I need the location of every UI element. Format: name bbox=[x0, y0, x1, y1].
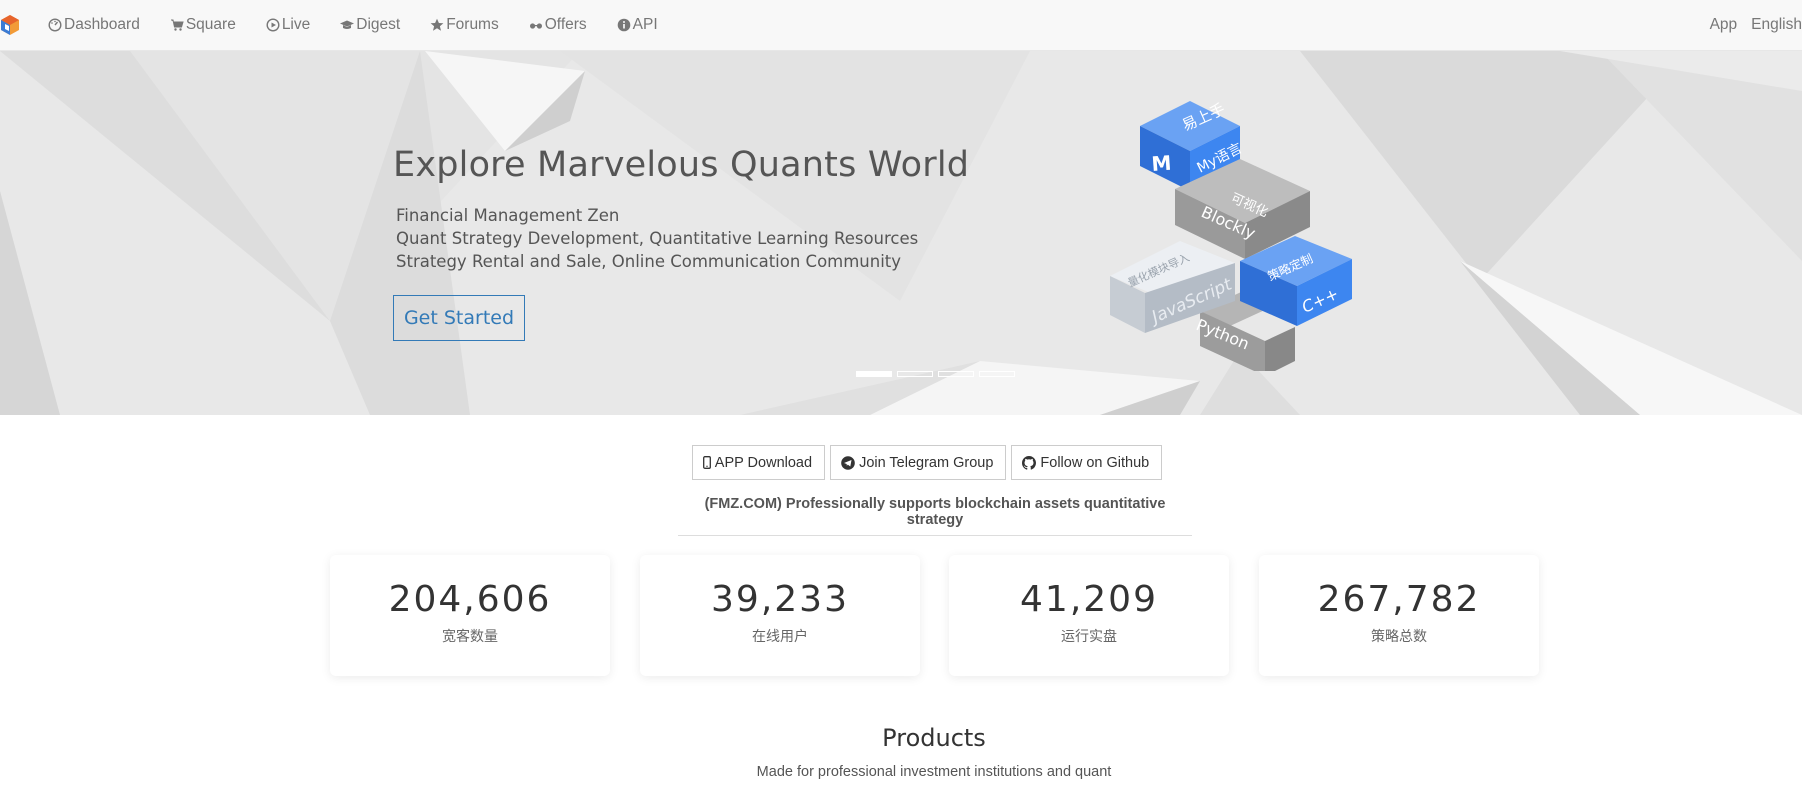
star-icon bbox=[430, 18, 444, 32]
action-button-row: APP Download Join Telegram Group Follow … bbox=[0, 445, 1802, 480]
nav-item-api[interactable]: API bbox=[602, 0, 673, 50]
join-telegram-button[interactable]: Join Telegram Group bbox=[830, 445, 1007, 480]
stat-card-quants: 204,606 宽客数量 bbox=[330, 555, 610, 676]
hero-title: Explore Marvelous Quants World bbox=[393, 145, 970, 185]
play-circle-icon bbox=[266, 18, 280, 32]
carousel-indicator-4[interactable] bbox=[979, 371, 1015, 377]
fmz-logo-icon[interactable] bbox=[0, 14, 20, 36]
join-telegram-label: Join Telegram Group bbox=[859, 454, 994, 471]
stat-label: 运行实盘 bbox=[1061, 629, 1117, 645]
stat-label: 在线用户 bbox=[752, 629, 808, 645]
stat-card-live-bots: 41,209 运行实盘 bbox=[949, 555, 1229, 676]
get-started-button[interactable]: Get Started bbox=[393, 295, 525, 341]
top-navbar: Dashboard Square Live Digest Forums Offe… bbox=[0, 0, 1802, 51]
nav-item-label: Dashboard bbox=[64, 16, 140, 33]
hero-subtitle-line: Quant Strategy Development, Quantitative… bbox=[396, 229, 919, 248]
stat-card-strategies: 267,782 策略总数 bbox=[1259, 555, 1539, 676]
nav-item-label: API bbox=[632, 16, 658, 33]
cart-icon bbox=[170, 18, 184, 32]
language-blocks-illustration: 易上手 My语言 M 可视化 Blockly Python 量化模块导入 Jav… bbox=[1110, 100, 1352, 371]
nav-item-label: Square bbox=[185, 16, 236, 33]
nav-item-label: Digest bbox=[356, 16, 401, 33]
stat-label: 宽客数量 bbox=[442, 629, 498, 645]
nav-item-label: Live bbox=[281, 16, 311, 33]
telegram-icon bbox=[841, 455, 855, 470]
follow-github-label: Follow on Github bbox=[1040, 454, 1150, 471]
platform-tagline: (FMZ.COM) Professionally supports blockc… bbox=[678, 496, 1192, 536]
hero-subtitle-line: Strategy Rental and Sale, Online Communi… bbox=[396, 252, 902, 271]
nav-item-forums[interactable]: Forums bbox=[415, 0, 514, 50]
stat-value: 267,782 bbox=[1317, 579, 1481, 620]
app-download-label: APP Download bbox=[714, 454, 813, 471]
carousel-indicator-2[interactable] bbox=[897, 371, 933, 377]
language-selector[interactable]: English bbox=[1751, 16, 1802, 34]
hero-subtitle-line: Financial Management Zen bbox=[396, 206, 620, 225]
nav-item-digest[interactable]: Digest bbox=[325, 0, 415, 50]
stat-value: 41,209 bbox=[1020, 579, 1158, 620]
graduation-cap-icon bbox=[340, 18, 355, 32]
follow-github-button[interactable]: Follow on Github bbox=[1011, 445, 1163, 480]
nav-item-label: Offers bbox=[544, 16, 587, 33]
hero-banner: Explore Marvelous Quants World Financial… bbox=[0, 51, 1802, 415]
nav-item-dashboard[interactable]: Dashboard bbox=[48, 0, 155, 50]
mobile-phone-icon bbox=[702, 456, 711, 469]
nav-item-label: Forums bbox=[446, 16, 499, 33]
m-logo-glyph: M bbox=[1151, 151, 1173, 176]
nav-item-offers[interactable]: Offers bbox=[514, 0, 602, 50]
info-circle-icon bbox=[617, 18, 631, 32]
nav-app-link[interactable]: App bbox=[1710, 16, 1738, 34]
stat-card-online-users: 39,233 在线用户 bbox=[640, 555, 920, 676]
dashboard-icon bbox=[48, 18, 62, 32]
nav-item-square[interactable]: Square bbox=[155, 0, 251, 50]
stat-value: 39,233 bbox=[711, 579, 849, 620]
carousel-indicator-3[interactable] bbox=[938, 371, 974, 377]
products-heading: Products bbox=[882, 724, 986, 752]
glasses-icon bbox=[529, 18, 543, 32]
products-subtitle: Made for professional investment institu… bbox=[756, 764, 1112, 780]
app-download-button[interactable]: APP Download bbox=[691, 445, 826, 480]
stat-value: 204,606 bbox=[388, 579, 552, 620]
github-icon bbox=[1022, 455, 1037, 470]
carousel-indicator-1[interactable] bbox=[856, 371, 892, 377]
nav-item-live[interactable]: Live bbox=[251, 0, 325, 50]
stat-label: 策略总数 bbox=[1371, 629, 1427, 645]
